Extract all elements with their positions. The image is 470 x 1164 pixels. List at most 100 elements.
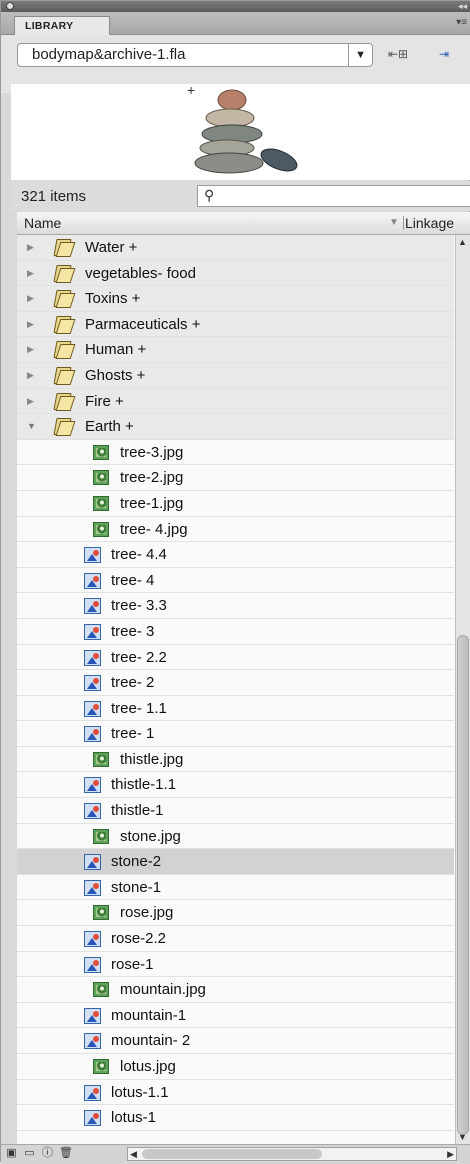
- folder-row[interactable]: ▶ Toxins +: [17, 286, 454, 312]
- graphic-symbol-icon: [84, 598, 101, 615]
- library-item-row[interactable]: mountain- 2: [17, 1028, 454, 1054]
- library-item-row[interactable]: tree- 4.4: [17, 542, 454, 568]
- column-linkage-header[interactable]: Linkage: [405, 212, 454, 234]
- bitmap-icon: [93, 521, 109, 537]
- item-label: tree- 2.2: [111, 648, 167, 666]
- library-item-row[interactable]: stone-1: [17, 875, 454, 901]
- folder-row[interactable]: ▶ Human +: [17, 337, 454, 363]
- expand-arrow-icon[interactable]: ▶: [27, 261, 34, 287]
- search-icon: ⚲: [204, 187, 215, 203]
- graphic-symbol-icon: [84, 777, 101, 794]
- horizontal-scrollbar[interactable]: ◀ ▶: [127, 1147, 457, 1161]
- stone-stack-image: [194, 89, 298, 174]
- library-item-row[interactable]: tree- 4.jpg: [17, 517, 454, 543]
- vertical-scrollbar[interactable]: ▲ ▼: [455, 235, 470, 1144]
- pin-library-icon[interactable]: ⇤⊞: [387, 47, 409, 63]
- scroll-left-icon[interactable]: ◀: [130, 1148, 137, 1160]
- library-item-row[interactable]: tree- 4: [17, 568, 454, 594]
- item-label: mountain- 2: [111, 1032, 191, 1050]
- library-item-row[interactable]: tree-3.jpg: [17, 440, 454, 466]
- folder-icon: [53, 418, 76, 437]
- folder-label: Ghosts +: [85, 366, 146, 384]
- graphic-symbol-icon: [84, 1084, 101, 1101]
- scroll-up-icon[interactable]: ▲: [458, 237, 467, 247]
- item-label: tree- 4: [111, 571, 155, 589]
- folder-label: Parmaceuticals +: [85, 315, 201, 333]
- column-divider[interactable]: [403, 216, 404, 230]
- library-item-row[interactable]: tree- 3: [17, 619, 454, 645]
- document-select[interactable]: bodymap&archive-1.fla ▼: [17, 43, 373, 67]
- collapse-arrows-icon[interactable]: ◂◂: [458, 1, 467, 12]
- library-item-row[interactable]: tree- 1.1: [17, 696, 454, 722]
- library-panel: ◂◂ LIBRARY ▾≡ bodymap&archive-1.fla ▼ ⇤⊞…: [0, 0, 470, 1164]
- horizontal-scroll-thumb[interactable]: [142, 1149, 322, 1159]
- graphic-symbol-icon: [84, 1033, 101, 1050]
- library-item-row[interactable]: lotus-1: [17, 1105, 454, 1131]
- library-item-row[interactable]: tree- 1: [17, 721, 454, 747]
- library-item-row[interactable]: mountain.jpg: [17, 977, 454, 1003]
- library-item-row[interactable]: thistle-1: [17, 798, 454, 824]
- close-dot-icon[interactable]: [6, 2, 14, 10]
- library-item-row[interactable]: stone.jpg: [17, 824, 454, 850]
- folder-row[interactable]: ▶ Ghosts +: [17, 362, 454, 389]
- folder-row[interactable]: ▶ Parmaceuticals +: [17, 311, 454, 338]
- bitmap-icon: [93, 982, 109, 998]
- bitmap-icon: [93, 828, 109, 844]
- item-count-row: 321 items ⚲: [11, 181, 470, 211]
- folder-icon: [53, 341, 76, 360]
- scroll-right-icon[interactable]: ▶: [447, 1148, 454, 1160]
- item-label: mountain.jpg: [120, 981, 206, 999]
- library-item-row[interactable]: rose-2.2: [17, 926, 454, 952]
- new-folder-icon[interactable]: ▭: [23, 1147, 36, 1160]
- library-item-row[interactable]: tree- 2: [17, 670, 454, 696]
- item-label: stone-1: [111, 878, 162, 896]
- item-label: tree-2.jpg: [120, 469, 184, 487]
- properties-icon[interactable]: ⓘ: [41, 1147, 54, 1160]
- graphic-symbol-icon: [84, 1110, 101, 1127]
- new-library-panel-icon[interactable]: ⇥: [433, 47, 455, 63]
- sort-arrow-icon[interactable]: ▼: [389, 212, 399, 234]
- library-item-row[interactable]: rose.jpg: [17, 900, 454, 927]
- expand-arrow-icon[interactable]: ▶: [27, 389, 34, 415]
- panel-title-bar[interactable]: ◂◂: [1, 1, 470, 12]
- expand-arrow-icon[interactable]: ▶: [27, 286, 34, 312]
- folder-row[interactable]: ▶ Fire +: [17, 388, 454, 415]
- expand-arrow-open-icon[interactable]: ▼: [27, 414, 36, 440]
- delete-trash-icon[interactable]: 🗑: [59, 1147, 73, 1160]
- library-item-row[interactable]: lotus-1.1: [17, 1080, 454, 1106]
- new-symbol-icon[interactable]: ▣: [5, 1147, 18, 1160]
- item-label: tree- 3.3: [111, 597, 167, 615]
- graphic-symbol-icon: [84, 931, 101, 948]
- library-item-row[interactable]: tree-1.jpg: [17, 491, 454, 517]
- chevron-down-icon[interactable]: ▼: [348, 44, 366, 66]
- column-name-header[interactable]: Name: [24, 212, 61, 234]
- tab-library[interactable]: LIBRARY: [14, 16, 110, 35]
- library-item-row[interactable]: stone-2: [17, 849, 454, 875]
- item-preview: +: [11, 83, 470, 180]
- item-label: tree- 2: [111, 674, 155, 692]
- expand-arrow-icon[interactable]: ▶: [27, 337, 34, 363]
- library-item-row[interactable]: mountain-1: [17, 1003, 454, 1029]
- bitmap-icon: [93, 905, 109, 921]
- expand-arrow-icon[interactable]: ▶: [27, 363, 34, 389]
- expand-arrow-icon[interactable]: ▶: [27, 235, 34, 261]
- folder-row[interactable]: ▼ Earth +: [17, 414, 454, 440]
- library-item-row[interactable]: tree- 2.2: [17, 645, 454, 671]
- graphic-symbol-icon: [84, 649, 101, 666]
- folder-row[interactable]: ▶ Water +: [17, 235, 454, 261]
- scroll-down-icon[interactable]: ▼: [458, 1132, 467, 1142]
- library-item-row[interactable]: tree- 3.3: [17, 593, 454, 619]
- library-item-row[interactable]: tree-2.jpg: [17, 465, 454, 491]
- expand-arrow-icon[interactable]: ▶: [27, 312, 34, 338]
- scroll-thumb[interactable]: [457, 635, 469, 1135]
- item-label: tree- 4.jpg: [120, 520, 188, 538]
- library-item-row[interactable]: thistle-1.1: [17, 772, 454, 799]
- item-label: tree- 1: [111, 725, 155, 743]
- library-item-row[interactable]: lotus.jpg: [17, 1054, 454, 1080]
- panel-menu-icon[interactable]: ▾≡: [456, 17, 467, 28]
- library-item-row[interactable]: thistle.jpg: [17, 747, 454, 773]
- folder-row[interactable]: ▶ vegetables- food: [17, 260, 454, 287]
- item-label: stone-2: [111, 853, 162, 871]
- library-item-row[interactable]: rose-1: [17, 952, 454, 978]
- search-input[interactable]: ⚲: [197, 185, 470, 207]
